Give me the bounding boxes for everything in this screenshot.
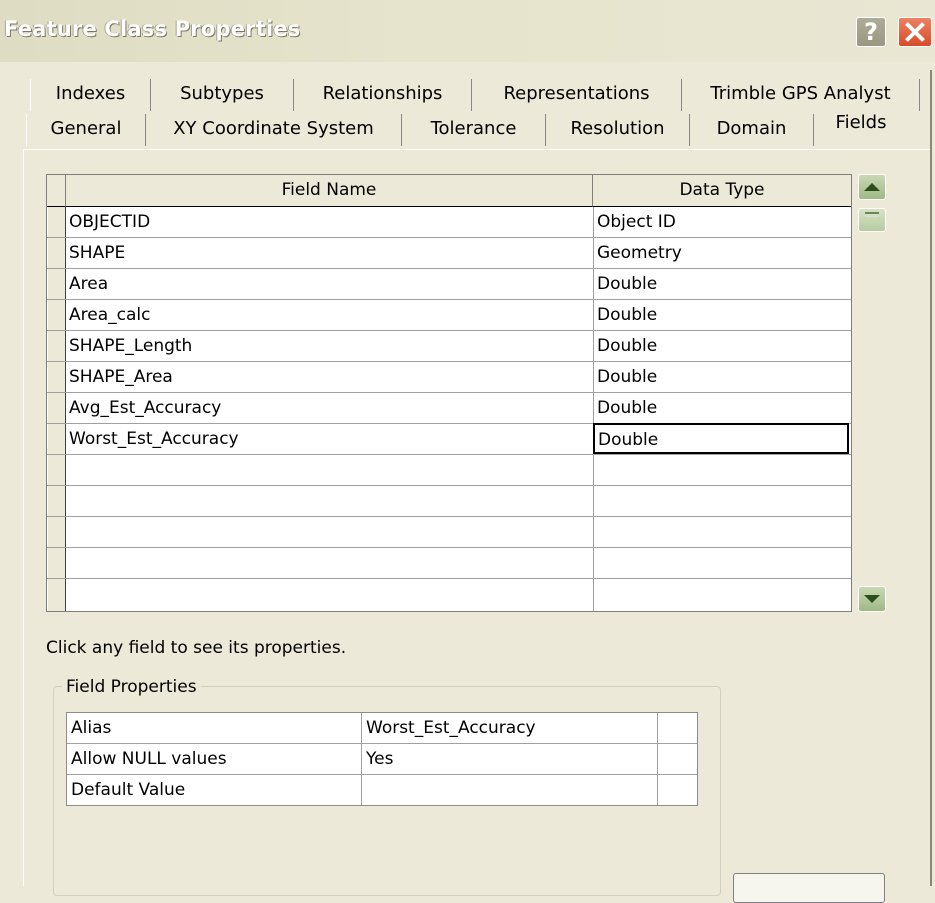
row-selector[interactable] <box>47 455 66 485</box>
table-row[interactable]: Avg_Est_Accuracy Double <box>47 393 851 424</box>
window-title: Feature Class Properties <box>4 17 301 41</box>
data-type-cell[interactable]: Object ID <box>593 207 849 237</box>
tab-fields[interactable]: Fields <box>814 108 908 140</box>
data-type-cell[interactable]: Double <box>593 362 849 392</box>
row-selector[interactable] <box>47 269 66 299</box>
close-icon <box>904 21 926 43</box>
bottom-button[interactable] <box>733 873 885 903</box>
tab-general[interactable]: General <box>26 114 146 146</box>
row-selector[interactable] <box>47 393 66 423</box>
row-selector[interactable] <box>47 300 66 330</box>
data-type-cell-active[interactable]: Double <box>593 423 849 454</box>
tab-resolution[interactable]: Resolution <box>546 114 690 146</box>
data-type-cell[interactable]: Double <box>593 269 849 299</box>
property-extra-cell[interactable] <box>657 775 697 805</box>
property-row[interactable]: Allow NULL values Yes <box>67 744 697 775</box>
row-selector[interactable] <box>47 331 66 361</box>
tab-tolerance[interactable]: Tolerance <box>402 114 546 146</box>
chevron-down-icon <box>864 595 880 603</box>
property-extra-cell[interactable] <box>657 713 697 743</box>
row-selector[interactable] <box>47 424 66 454</box>
table-row[interactable]: SHAPE_Length Double <box>47 331 851 362</box>
data-type-cell[interactable]: Double <box>593 300 849 330</box>
property-key: Alias <box>71 718 112 738</box>
scroll-thumb[interactable] <box>858 208 886 232</box>
property-row[interactable]: Default Value <box>67 775 697 806</box>
tab-pane-top-edge <box>23 149 931 150</box>
property-row[interactable]: Alias Worst_Est_Accuracy <box>67 713 697 744</box>
help-button[interactable]: ? <box>856 17 886 47</box>
tab-subtypes[interactable]: Subtypes <box>151 79 294 111</box>
chevron-up-icon <box>864 183 880 191</box>
row-selector[interactable] <box>47 579 66 611</box>
table-row[interactable]: SHAPE Geometry <box>47 238 851 269</box>
tab-indexes[interactable]: Indexes <box>30 79 151 111</box>
tab-pane-left-edge <box>23 149 24 886</box>
property-value[interactable] <box>361 775 657 805</box>
field-name-cell[interactable]: SHAPE_Length <box>69 331 192 361</box>
property-key: Default Value <box>71 780 186 800</box>
close-button[interactable] <box>898 17 932 47</box>
tab-domain[interactable]: Domain <box>690 114 814 146</box>
table-row[interactable]: OBJECTID Object ID <box>47 207 851 238</box>
vertical-scrollbar[interactable] <box>858 174 888 612</box>
fields-grid[interactable]: Field Name Data Type OBJECTID Object ID … <box>46 174 852 612</box>
row-selector[interactable] <box>47 486 66 516</box>
property-extra-cell[interactable] <box>657 744 697 774</box>
row-selector[interactable] <box>47 517 66 547</box>
table-row[interactable]: Area_calc Double <box>47 300 851 331</box>
property-value[interactable]: Worst_Est_Accuracy <box>361 713 657 743</box>
field-name-header[interactable]: Field Name <box>66 175 593 207</box>
scroll-down-button[interactable] <box>858 586 886 612</box>
row-selector[interactable] <box>47 362 66 392</box>
field-name-cell[interactable]: SHAPE <box>69 238 125 268</box>
table-row-empty[interactable] <box>47 486 851 517</box>
field-name-cell[interactable]: SHAPE_Area <box>69 362 173 392</box>
field-name-cell[interactable]: OBJECTID <box>69 207 150 237</box>
hint-text: Click any field to see its properties. <box>46 638 347 658</box>
data-type-cell[interactable]: Double <box>593 393 849 423</box>
table-row-empty[interactable] <box>47 455 851 486</box>
data-type-cell[interactable] <box>593 517 849 547</box>
row-selector[interactable] <box>47 238 66 268</box>
tab-xy-coordinate-system[interactable]: XY Coordinate System <box>146 114 402 146</box>
row-selector[interactable] <box>47 207 66 237</box>
data-type-cell[interactable]: Geometry <box>593 238 849 268</box>
field-name-cell[interactable]: Worst_Est_Accuracy <box>69 424 239 454</box>
tab-relationships[interactable]: Relationships <box>294 79 472 111</box>
data-type-cell[interactable] <box>593 548 849 578</box>
data-type-cell[interactable] <box>593 455 849 485</box>
field-name-cell[interactable]: Area_calc <box>69 300 150 330</box>
title-bar: Feature Class Properties ? <box>0 0 935 62</box>
field-name-cell[interactable]: Area <box>69 269 108 299</box>
question-icon: ? <box>864 18 878 46</box>
table-row-empty[interactable] <box>47 548 851 579</box>
table-row[interactable]: SHAPE_Area Double <box>47 362 851 393</box>
data-type-header[interactable]: Data Type <box>593 175 851 207</box>
scroll-up-button[interactable] <box>858 174 886 200</box>
tab-representations[interactable]: Representations <box>472 79 682 111</box>
row-selector[interactable] <box>47 548 66 578</box>
tab-trimble-gps-analyst[interactable]: Trimble GPS Analyst <box>682 79 920 111</box>
table-row[interactable]: Area Double <box>47 269 851 300</box>
table-row[interactable]: Worst_Est_Accuracy Double <box>47 423 851 455</box>
table-row-empty[interactable] <box>47 579 851 611</box>
data-type-cell[interactable] <box>593 486 849 516</box>
row-selector-header <box>47 175 66 207</box>
property-key: Allow NULL values <box>71 749 227 769</box>
property-value[interactable]: Yes <box>361 744 657 774</box>
tab-pane-right-edge <box>930 70 932 886</box>
field-name-cell[interactable]: Avg_Est_Accuracy <box>69 393 221 423</box>
field-properties-table[interactable]: Alias Worst_Est_Accuracy Allow NULL valu… <box>66 712 698 806</box>
table-row-empty[interactable] <box>47 517 851 548</box>
data-type-cell[interactable]: Double <box>593 331 849 361</box>
field-properties-label: Field Properties <box>62 677 201 697</box>
data-type-cell[interactable] <box>593 579 849 611</box>
